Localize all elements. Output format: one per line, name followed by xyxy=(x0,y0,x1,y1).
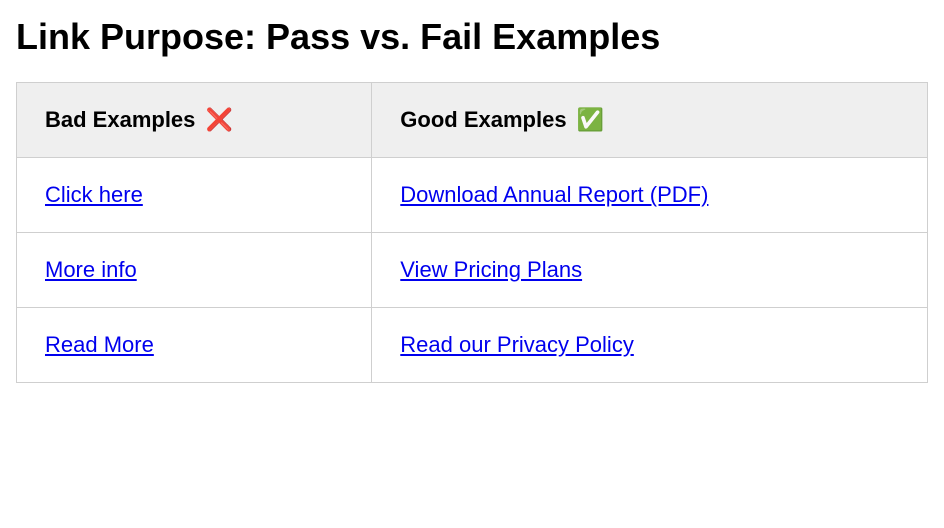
cell-good: View Pricing Plans xyxy=(372,233,928,308)
table-row: Click here Download Annual Report (PDF) xyxy=(17,158,928,233)
bad-link[interactable]: Read More xyxy=(45,332,154,357)
header-bad: Bad Examples ❌ xyxy=(17,83,372,158)
cell-bad: Click here xyxy=(17,158,372,233)
check-icon: ✅ xyxy=(577,107,604,132)
cell-bad: Read More xyxy=(17,308,372,383)
header-good-label: Good Examples xyxy=(400,107,566,132)
bad-link[interactable]: Click here xyxy=(45,182,143,207)
cell-bad: More info xyxy=(17,233,372,308)
table-row: Read More Read our Privacy Policy xyxy=(17,308,928,383)
page-title: Link Purpose: Pass vs. Fail Examples xyxy=(16,16,928,58)
good-link[interactable]: View Pricing Plans xyxy=(400,257,582,282)
examples-table: Bad Examples ❌ Good Examples ✅ Click her… xyxy=(16,82,928,383)
good-link[interactable]: Read our Privacy Policy xyxy=(400,332,634,357)
bad-link[interactable]: More info xyxy=(45,257,137,282)
good-link[interactable]: Download Annual Report (PDF) xyxy=(400,182,708,207)
cell-good: Download Annual Report (PDF) xyxy=(372,158,928,233)
table-row: More info View Pricing Plans xyxy=(17,233,928,308)
cell-good: Read our Privacy Policy xyxy=(372,308,928,383)
header-good: Good Examples ✅ xyxy=(372,83,928,158)
cross-icon: ❌ xyxy=(206,107,233,132)
header-bad-label: Bad Examples xyxy=(45,107,195,132)
